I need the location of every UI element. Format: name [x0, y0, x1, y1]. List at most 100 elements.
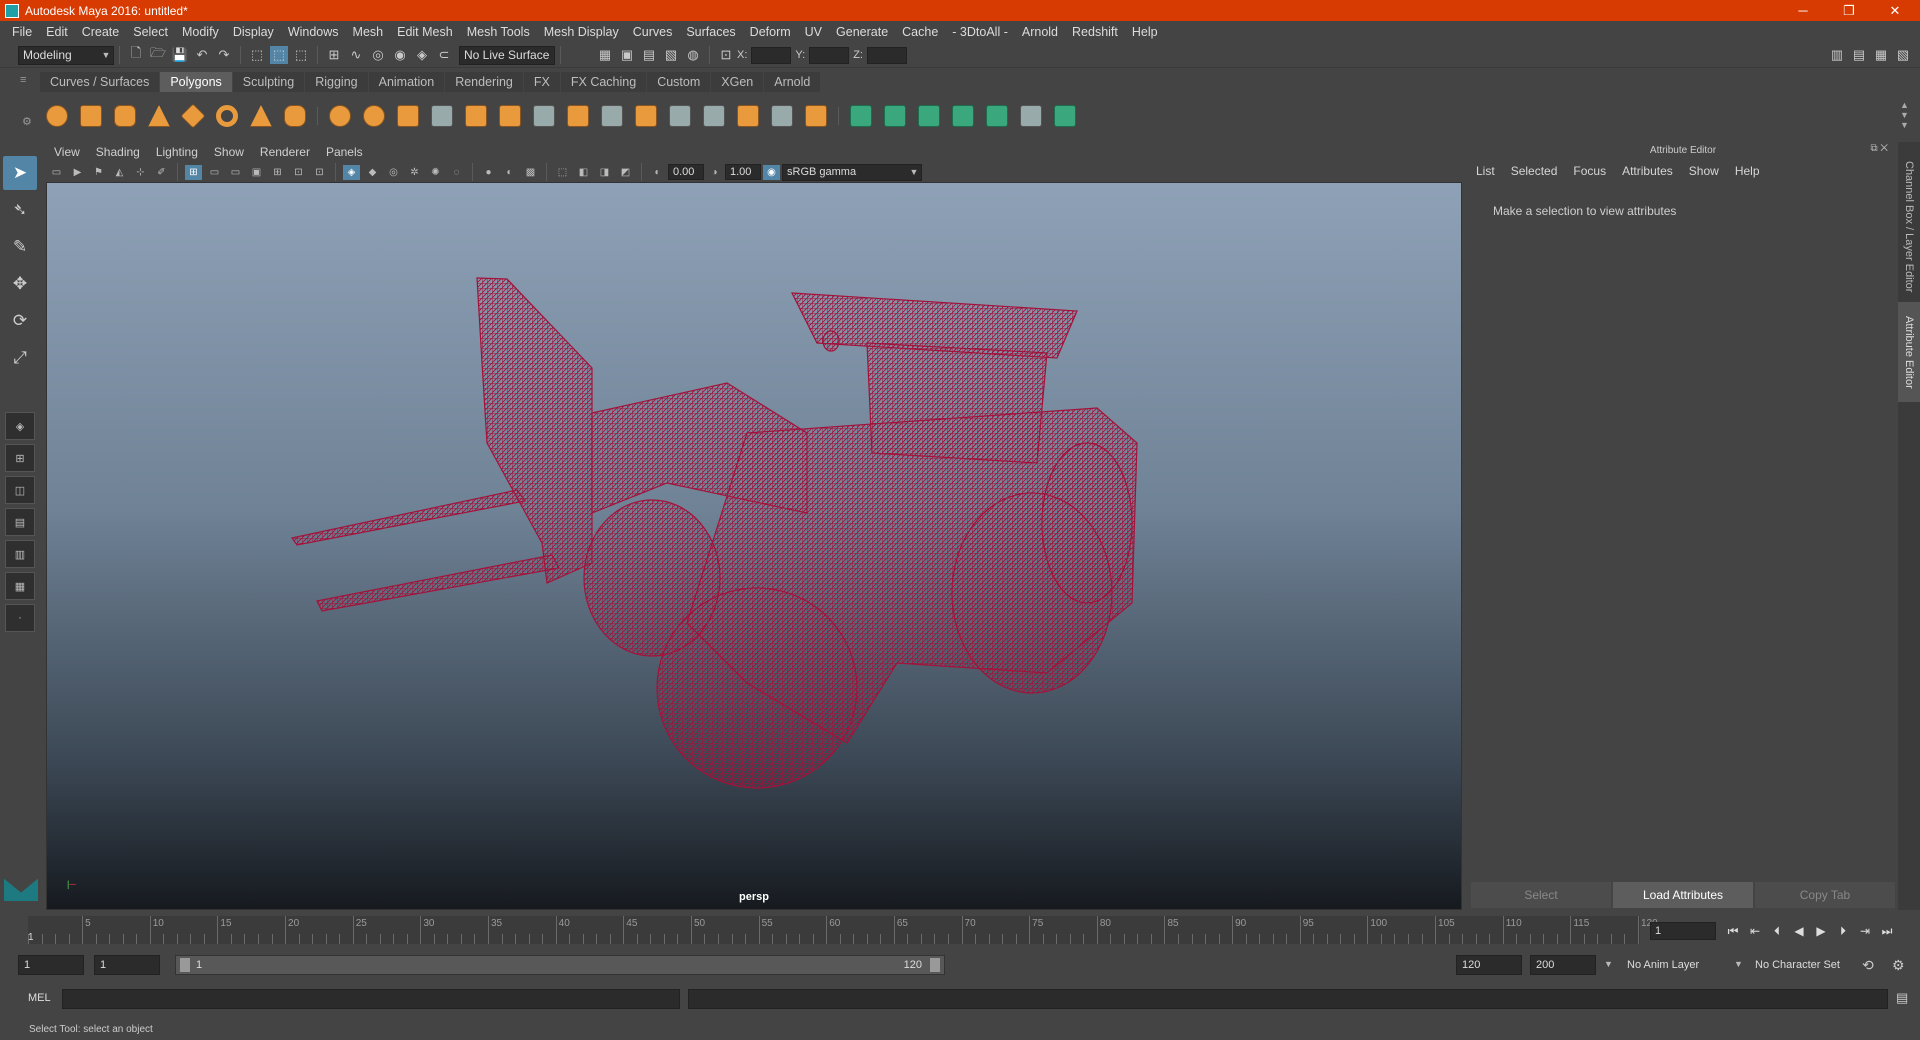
- color-space-dropdown[interactable]: sRGB gamma ▼: [782, 163, 922, 181]
- uv-planar-icon[interactable]: [847, 102, 875, 130]
- command-language-label[interactable]: MEL: [28, 992, 51, 1004]
- new-scene-icon[interactable]: 🗋: [127, 45, 145, 64]
- time-ruler[interactable]: 5 10 15 20 25 30 35 40 45 50 55 60 65 70 75 80 85 90 95 100…: [28, 916, 1658, 944]
- chevron-down-icon[interactable]: ▼: [1734, 959, 1743, 969]
- separate-icon[interactable]: [360, 102, 388, 130]
- step-forward-key-icon[interactable]: ⇥: [1854, 922, 1876, 940]
- single-view-layout-icon[interactable]: ◈: [5, 412, 35, 440]
- range-bar[interactable]: 1 120: [175, 955, 945, 975]
- menu-generate[interactable]: Generate: [829, 25, 895, 39]
- default-material-icon[interactable]: ◎: [385, 165, 402, 180]
- tab-fx-caching[interactable]: FX Caching: [560, 72, 647, 92]
- ae-menu-show[interactable]: Show: [1689, 164, 1727, 178]
- isolate-select-icon[interactable]: ⬚: [554, 165, 571, 180]
- gate-mask-icon[interactable]: ▣: [248, 165, 265, 180]
- rotate-tool-icon[interactable]: ⟳: [3, 304, 37, 338]
- preferences-icon[interactable]: ⚙: [1892, 957, 1905, 974]
- minimize-button[interactable]: ─: [1780, 0, 1826, 21]
- tool-settings-icon[interactable]: ▦: [1872, 46, 1890, 64]
- menu-deform[interactable]: Deform: [743, 25, 798, 39]
- menu-cache[interactable]: Cache: [895, 25, 945, 39]
- merge-icon[interactable]: [734, 102, 762, 130]
- render-frame-icon[interactable]: ▣: [618, 46, 636, 64]
- uv-layout-icon[interactable]: [1017, 102, 1045, 130]
- menu-file[interactable]: File: [5, 25, 39, 39]
- render-view-icon[interactable]: ▦: [596, 46, 614, 64]
- scale-tool-icon[interactable]: ⤢: [3, 341, 37, 375]
- command-input[interactable]: [62, 989, 680, 1009]
- ae-menu-list[interactable]: List: [1476, 164, 1503, 178]
- x-input[interactable]: [751, 46, 792, 64]
- tab-attribute-editor[interactable]: Attribute Editor: [1898, 302, 1920, 402]
- snap-view-icon[interactable]: ◉: [391, 46, 409, 64]
- target-weld-icon[interactable]: [768, 102, 796, 130]
- poly-torus-icon[interactable]: [213, 102, 241, 130]
- auto-key-icon[interactable]: ⟲: [1862, 957, 1874, 974]
- menu-mesh-display[interactable]: Mesh Display: [537, 25, 626, 39]
- magnet-icon[interactable]: ⊂: [435, 46, 453, 64]
- lights-icon[interactable]: ✺: [427, 165, 444, 180]
- step-forward-frame-icon[interactable]: ⏵: [1832, 922, 1854, 940]
- hypershade-icon[interactable]: ◍: [684, 46, 702, 64]
- range-start-handle[interactable]: [180, 958, 190, 972]
- snap-curve-icon[interactable]: ∿: [347, 46, 365, 64]
- shelf-menu-icon[interactable]: ≡: [20, 74, 26, 86]
- current-frame-field[interactable]: 1: [1650, 922, 1716, 940]
- menu-display[interactable]: Display: [226, 25, 281, 39]
- go-to-end-icon[interactable]: ⏭: [1876, 922, 1898, 940]
- save-scene-icon[interactable]: 💾: [171, 46, 189, 64]
- smooth-icon[interactable]: [428, 102, 456, 130]
- menu-help[interactable]: Help: [1125, 25, 1165, 39]
- poly-plane-icon[interactable]: [179, 102, 207, 130]
- play-forward-icon[interactable]: ▶: [1810, 922, 1832, 940]
- side-by-side-layout-icon[interactable]: ◫: [5, 476, 35, 504]
- uv-automatic-icon[interactable]: [949, 102, 977, 130]
- safe-title-icon[interactable]: ⊡: [311, 165, 328, 180]
- menu-mesh-tools[interactable]: Mesh Tools: [460, 25, 537, 39]
- bevel-icon[interactable]: [632, 102, 660, 130]
- close-button[interactable]: ✕: [1872, 0, 1918, 21]
- ae-load-attributes-button[interactable]: Load Attributes: [1613, 882, 1753, 908]
- perspective-viewport[interactable]: |─ persp: [46, 182, 1462, 910]
- menu-arnold[interactable]: Arnold: [1015, 25, 1065, 39]
- menu-windows[interactable]: Windows: [281, 25, 346, 39]
- xray-active-icon[interactable]: ◨: [596, 165, 613, 180]
- textured-icon[interactable]: ✲: [406, 165, 423, 180]
- grease-pencil-icon[interactable]: ✐: [153, 165, 170, 180]
- bridge-icon[interactable]: [598, 102, 626, 130]
- move-tool-icon[interactable]: ✥: [3, 267, 37, 301]
- viewport-menu-lighting[interactable]: Lighting: [148, 145, 206, 159]
- menu-select[interactable]: Select: [126, 25, 175, 39]
- color-management-icon[interactable]: ◉: [763, 164, 780, 180]
- select-object-icon[interactable]: ⬚: [270, 46, 288, 64]
- bookmark-icon[interactable]: ⚑: [90, 165, 107, 180]
- menu-surfaces[interactable]: Surfaces: [679, 25, 742, 39]
- xray-joints-icon[interactable]: ◩: [617, 165, 634, 180]
- tab-curves-surfaces[interactable]: Curves / Surfaces: [40, 72, 160, 92]
- time-slider[interactable]: 5 10 15 20 25 30 35 40 45 50 55 60 65 70 75 80 85 90 95 100…: [0, 912, 1920, 944]
- wireframe-icon[interactable]: ◈: [343, 164, 360, 180]
- fill-hole-icon[interactable]: [802, 102, 830, 130]
- ae-select-button[interactable]: Select: [1471, 882, 1611, 908]
- mirror-icon[interactable]: [496, 102, 524, 130]
- select-component-icon[interactable]: ⬚: [292, 46, 310, 64]
- menu-curves[interactable]: Curves: [626, 25, 680, 39]
- select-hierarchy-icon[interactable]: ⬚: [248, 46, 266, 64]
- transform-mode-icon[interactable]: ⊡: [717, 46, 735, 64]
- modeling-toolkit-icon[interactable]: ▥: [1828, 46, 1846, 64]
- shadows-icon[interactable]: ◌: [448, 165, 465, 180]
- menu-uv[interactable]: UV: [798, 25, 829, 39]
- open-scene-icon[interactable]: 🗁: [149, 45, 167, 64]
- offset-edge-loop-icon[interactable]: [700, 102, 728, 130]
- shelf-scroll-icon[interactable]: ▲ ▼ ▼: [1900, 100, 1909, 130]
- exposure-field[interactable]: 0.00: [668, 164, 704, 180]
- poly-cube-icon[interactable]: [77, 102, 105, 130]
- exposure-icon[interactable]: ◐: [649, 165, 666, 180]
- anti-aliasing-icon[interactable]: ▩: [522, 165, 539, 180]
- playback-end-field[interactable]: 120: [1456, 955, 1522, 975]
- attribute-editor-toggle-icon[interactable]: ▤: [1850, 46, 1868, 64]
- field-chart-icon[interactable]: ⊞: [269, 165, 286, 180]
- camera-attributes-icon[interactable]: ▶: [69, 165, 86, 180]
- poly-cylinder-icon[interactable]: [111, 102, 139, 130]
- step-back-key-icon[interactable]: ⇤: [1744, 922, 1766, 940]
